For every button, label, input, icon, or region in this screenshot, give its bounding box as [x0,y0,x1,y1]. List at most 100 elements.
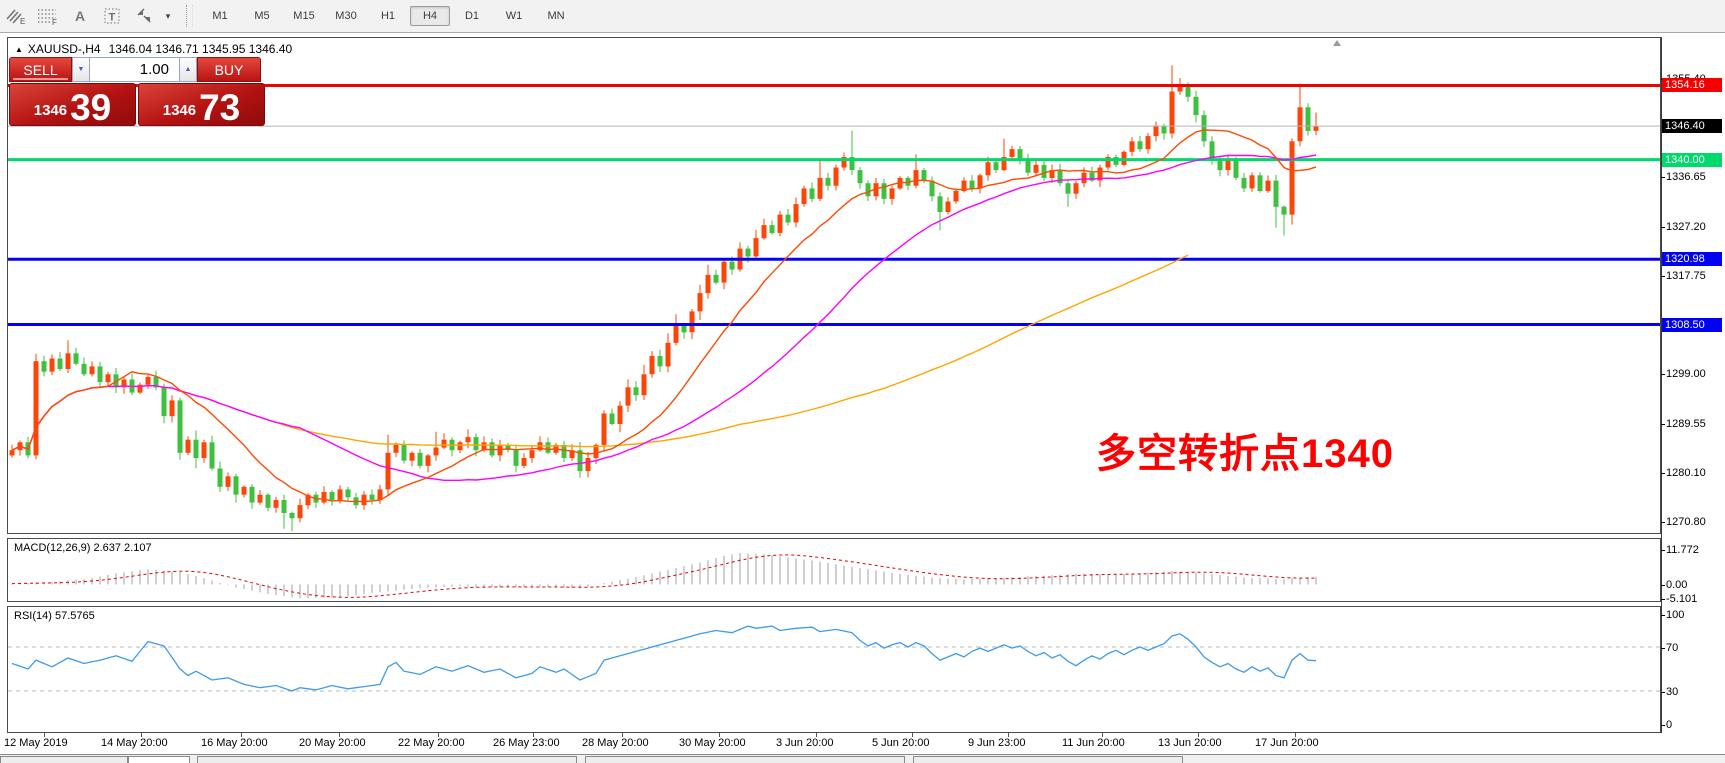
time-tick-mark [1008,733,1009,737]
one-click-trading-panel: SELL ▼ ▲ BUY 1346 39 1346 73 [9,57,267,126]
rsi-tick-mark [1661,615,1665,616]
ask-price-decimals: 73 [199,92,240,123]
price-badge-support-line: 1308.50 [1662,318,1722,332]
symbol-header: ▲XAUUSD-,H41346.04 1346.71 1345.95 1346.… [15,42,292,56]
timeframe-button-w1[interactable]: W1 [494,6,534,26]
rsi-tick-mark [1661,725,1665,726]
macd-tick-label: 11.772 [1666,544,1722,556]
price-tick-label: 1299.00 [1666,368,1722,380]
timeframe-button-m30[interactable]: M30 [326,6,366,26]
time-tick-mark [1102,733,1103,737]
macd-tick-mark [1661,550,1665,551]
macd-panel[interactable]: MACD(12,26,9) 2.637 2.107 [7,538,1661,602]
time-tick-mark [622,733,623,737]
time-axis-label: 28 May 20:00 [582,737,649,749]
macd-plot-area[interactable] [8,539,1660,601]
window-tab[interactable] [197,756,577,763]
price-badge-pivot-line: 1340.00 [1662,153,1722,167]
buy-button[interactable]: BUY [197,57,261,82]
time-tick-mark [141,733,142,737]
window-tab[interactable] [585,756,905,763]
buy-button-label: BUY [215,62,244,78]
bid-price-integer: 1346 [34,102,67,119]
price-tick-label: 1289.55 [1666,418,1722,430]
volume-decrease-button[interactable]: ▼ [72,57,90,82]
price-tick-mark [1661,227,1665,228]
price-tick-label: 1270.80 [1666,516,1722,528]
price-tick-mark [1661,424,1665,425]
rsi-tick-label: 70 [1666,642,1722,654]
collapse-triangle-icon[interactable]: ▲ [15,45,23,54]
time-tick-mark [912,733,913,737]
macd-tick-mark [1661,585,1665,586]
dropdown-caret-icon[interactable]: ▾ [163,5,173,27]
time-axis-label: 11 Jun 20:00 [1062,737,1125,749]
rsi-tick-label: 30 [1666,686,1722,698]
ask-quote-box[interactable]: 1346 73 [138,83,265,126]
time-axis-label: 16 May 20:00 [201,737,268,749]
time-axis-label: 14 May 20:00 [101,737,168,749]
price-tick-label: 1317.75 [1666,270,1722,282]
timeframe-button-group: M1M5M15M30H1H4D1W1MN [199,6,577,26]
fibonacci-f-icon[interactable]: F [35,5,61,27]
macd-tick-label: 0.00 [1666,579,1722,591]
time-axis-label: 5 Jun 20:00 [872,737,930,749]
window-tab[interactable] [0,756,128,763]
rsi-tick-mark [1661,648,1665,649]
time-tick-mark [816,733,817,737]
price-chart-panel[interactable]: ▲XAUUSD-,H41346.04 1346.71 1345.95 1346.… [7,37,1661,534]
rsi-panel[interactable]: RSI(14) 57.5765 [7,606,1661,733]
price-tick-mark [1661,276,1665,277]
svg-text:F: F [52,18,57,26]
rsi-tick-mark [1661,692,1665,693]
line-studies-e-icon[interactable]: E [3,5,29,27]
macd-title: MACD(12,26,9) 2.637 2.107 [14,542,152,554]
time-tick-mark [339,733,340,737]
price-badge-resistance-line: 1354.16 [1662,78,1722,92]
price-tick-label: 1280.10 [1666,467,1722,479]
window-tab-active[interactable] [128,756,190,763]
arrows-tool-icon[interactable] [131,5,157,27]
window-tab-bar [0,754,1725,763]
timeframe-button-d1[interactable]: D1 [452,6,492,26]
time-axis-label: 17 Jun 20:00 [1255,737,1319,749]
bid-price-decimals: 39 [70,92,111,123]
price-tick-mark [1661,374,1665,375]
sell-button[interactable]: SELL [9,57,72,82]
volume-input[interactable] [90,57,179,82]
volume-increase-button[interactable]: ▲ [179,57,197,82]
ohlc-values: 1346.04 1346.71 1345.95 1346.40 [109,42,293,56]
timeframe-button-mn[interactable]: MN [536,6,576,26]
time-axis-label: 22 May 20:00 [398,737,465,749]
time-axis-label: 26 May 23:00 [493,737,560,749]
text-label-t-icon[interactable]: T [99,5,125,27]
timeframe-button-m5[interactable]: M5 [242,6,282,26]
timeframe-button-m15[interactable]: M15 [284,6,324,26]
price-axis-border [1661,37,1662,733]
sell-underline [13,78,68,80]
text-a-icon[interactable]: A [67,5,93,27]
timeframe-button-h4[interactable]: H4 [410,6,450,26]
time-tick-mark [1295,733,1296,737]
rsi-title: RSI(14) 57.5765 [14,610,95,622]
rsi-tick-label: 100 [1666,609,1722,621]
window-tab[interactable] [913,756,1183,763]
bid-quote-box[interactable]: 1346 39 [9,83,136,126]
chart-shift-marker[interactable] [1333,40,1341,46]
timeframe-button-h1[interactable]: H1 [368,6,408,26]
time-axis-label: 3 Jun 20:00 [776,737,834,749]
price-tick-label: 1327.20 [1666,221,1722,233]
time-tick-mark [44,733,45,737]
rsi-plot-area[interactable] [8,607,1660,732]
spin-down-icon: ▼ [78,66,85,73]
svg-text:T: T [109,12,116,24]
time-tick-mark [241,733,242,737]
timeframe-button-m1[interactable]: M1 [200,6,240,26]
time-axis-label: 30 May 20:00 [679,737,746,749]
macd-tick-mark [1661,599,1665,600]
sell-button-label: SELL [23,62,57,78]
price-tick-mark [1661,473,1665,474]
spin-up-icon: ▲ [185,66,192,73]
price-tick-label: 1336.65 [1666,171,1722,183]
time-axis-label: 13 Jun 20:00 [1158,737,1222,749]
